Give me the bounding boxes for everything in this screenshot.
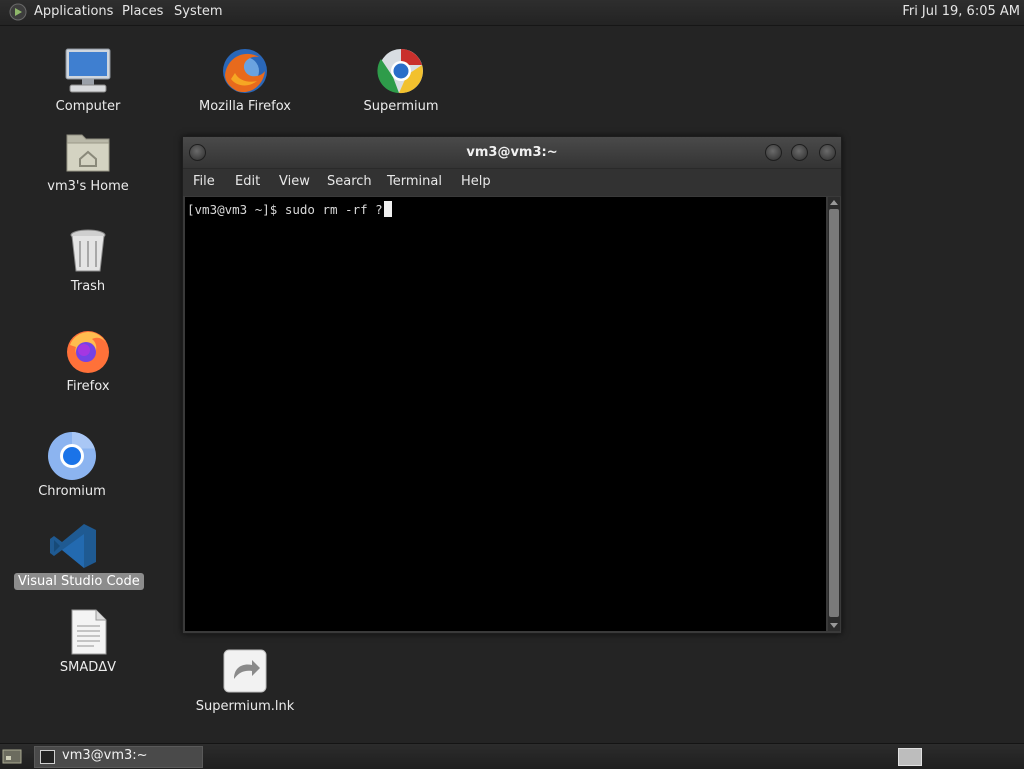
document-icon — [71, 609, 107, 655]
desktop-icon-label: SMADΔV — [59, 660, 117, 675]
chromium-icon — [48, 432, 96, 480]
terminal-window[interactable]: vm3@vm3:~ File Edit View Search Terminal… — [182, 136, 842, 634]
shortcut-icon — [223, 649, 267, 693]
vscode-icon — [50, 524, 96, 568]
taskbar-button-label: vm3@vm3:~ — [62, 748, 148, 763]
show-desktop-icon[interactable] — [2, 747, 22, 765]
text-cursor — [383, 201, 392, 217]
desktop-icon-label: Trash — [70, 279, 106, 294]
terminal-icon — [40, 750, 55, 764]
menu-file[interactable]: File — [193, 174, 215, 189]
workspace-switcher[interactable] — [898, 748, 922, 766]
firefox-old-icon — [223, 49, 267, 93]
clock[interactable]: Fri Jul 19, 6:05 AM — [902, 4, 1020, 19]
desktop-icon-label: Supermium — [363, 99, 439, 114]
supermium-icon — [377, 49, 423, 94]
terminal-menubar: File Edit View Search Terminal Help — [183, 169, 841, 196]
firefox-icon — [67, 331, 109, 373]
terminal-screen[interactable]: [vm3@vm3 ~]$ sudo rm -rf ? — [185, 197, 826, 631]
window-menu-button[interactable] — [189, 144, 206, 161]
desktop-icon-trash[interactable]: Trash — [28, 225, 148, 295]
prompt-line: [vm3@vm3 ~]$ sudo rm -rf ? — [187, 201, 392, 217]
menu-search[interactable]: Search — [327, 174, 372, 189]
window-title: vm3@vm3:~ — [466, 145, 558, 160]
terminal-scrollbar[interactable] — [828, 197, 840, 631]
scroll-thumb[interactable] — [829, 209, 839, 617]
trash-icon — [70, 229, 106, 272]
menu-system[interactable]: System — [174, 4, 222, 19]
desktop-icon-vscode[interactable]: Visual Studio Code — [14, 520, 144, 590]
minimize-button[interactable] — [765, 144, 782, 161]
desktop-icon-label: Mozilla Firefox — [199, 99, 291, 114]
menu-view[interactable]: View — [279, 174, 310, 189]
top-panel: Applications Places System Fri Jul 19, 6… — [0, 0, 1024, 26]
menu-places[interactable]: Places — [122, 4, 163, 19]
gnome-foot-icon[interactable] — [8, 3, 28, 21]
computer-icon — [65, 48, 111, 93]
desktop-icon-supermium[interactable]: Supermium — [341, 45, 461, 115]
desktop-icon-computer[interactable]: Computer — [28, 45, 148, 115]
typed-command: sudo rm -rf ? — [284, 202, 383, 217]
scroll-down-arrow-icon[interactable] — [830, 623, 838, 628]
menu-applications[interactable]: Applications — [34, 4, 113, 19]
menu-help[interactable]: Help — [461, 174, 491, 189]
maximize-button[interactable] — [791, 144, 808, 161]
desktop-icon-label: Computer — [55, 99, 121, 114]
menu-terminal[interactable]: Terminal — [387, 174, 442, 189]
menu-edit[interactable]: Edit — [235, 174, 260, 189]
desktop-icon-label: Firefox — [66, 379, 110, 394]
desktop-icon-smadav[interactable]: SMADΔV — [28, 606, 148, 676]
desktop-icon-label: Supermium.lnk — [195, 699, 295, 714]
taskbar-terminal-button[interactable]: vm3@vm3:~ — [34, 746, 203, 768]
scroll-up-arrow-icon[interactable] — [830, 200, 838, 205]
desktop-icon-label: vm3's Home — [47, 179, 129, 194]
terminal-titlebar[interactable]: vm3@vm3:~ — [183, 137, 841, 169]
desktop-icon-home[interactable]: vm3's Home — [28, 125, 148, 195]
desktop-icon-label: Visual Studio Code — [14, 573, 144, 590]
desktop-icon-chromium[interactable]: Chromium — [12, 430, 132, 500]
desktop-icon-supermium-lnk[interactable]: Supermium.lnk — [185, 645, 305, 715]
desktop-icon-firefox[interactable]: Firefox — [28, 325, 148, 395]
desktop-icon-label: Chromium — [38, 484, 106, 499]
desktop-icon-mozilla-firefox[interactable]: Mozilla Firefox — [185, 45, 305, 115]
bottom-panel: vm3@vm3:~ — [0, 743, 1024, 769]
close-button[interactable] — [819, 144, 836, 161]
home-folder-icon — [66, 134, 110, 172]
shell-prompt: [vm3@vm3 ~]$ — [187, 202, 285, 217]
